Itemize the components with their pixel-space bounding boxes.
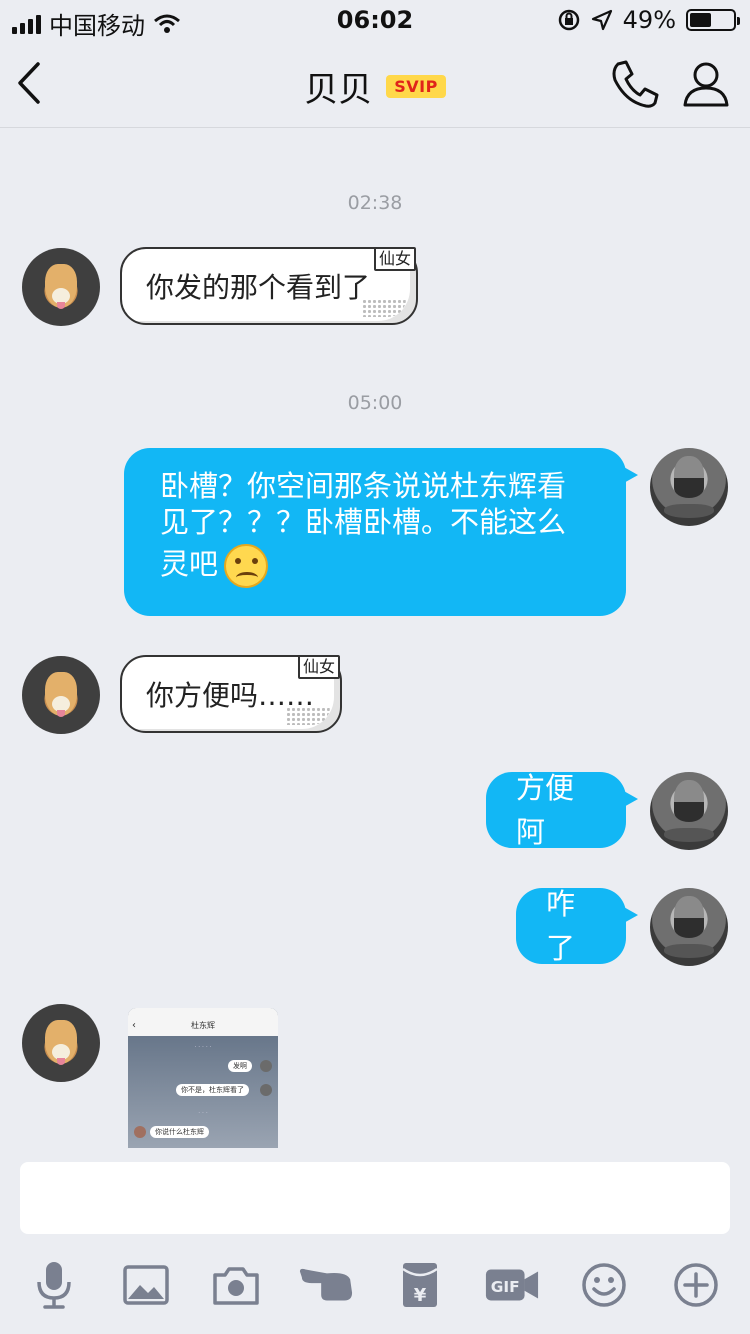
battery-percent: 49%: [622, 6, 676, 34]
incoming-message-bubble[interactable]: 你发的那个看到了 仙女: [120, 247, 418, 325]
message-text: 咋了: [546, 887, 576, 965]
contact-avatar[interactable]: [22, 656, 100, 734]
emoji-icon[interactable]: [576, 1260, 632, 1310]
location-icon: [591, 9, 612, 31]
camera-icon[interactable]: [208, 1260, 264, 1310]
outgoing-message-bubble[interactable]: 方便阿: [486, 771, 638, 849]
message-timestamp: 02:38: [347, 192, 403, 214]
red-packet-icon[interactable]: ¥: [392, 1260, 448, 1310]
rotation-lock-icon: [558, 9, 579, 31]
thumbnail-message: 你不是，杜东辉看了: [176, 1084, 249, 1096]
contact-name: 贝贝: [304, 70, 373, 110]
thumbnail-message: 发啊: [228, 1060, 252, 1072]
incoming-message-bubble[interactable]: 你方便吗…… 仙女: [120, 655, 342, 733]
thumbnail-message: 你说什么杜东辉: [150, 1126, 209, 1138]
profile-icon[interactable]: [680, 58, 732, 110]
outgoing-message-bubble[interactable]: 卧槽？你空间那条说说杜东辉看 见了？？？卧槽卧槽。不能这么 灵吧: [124, 448, 638, 616]
mic-icon[interactable]: [26, 1260, 82, 1310]
contact-avatar[interactable]: [22, 1004, 100, 1082]
chat-toolbar: ¥ GIF: [0, 1250, 750, 1320]
my-avatar[interactable]: [650, 448, 728, 526]
svip-badge: SVIP: [386, 75, 446, 98]
contact-avatar[interactable]: [22, 248, 100, 326]
battery-icon: [686, 9, 740, 31]
message-timestamp: 05:00: [347, 392, 403, 414]
message-line: 灵吧: [160, 547, 219, 581]
bubble-tag: 仙女: [373, 247, 416, 271]
gif-icon[interactable]: GIF: [484, 1260, 540, 1310]
phone-icon[interactable]: [606, 58, 662, 110]
message-text: 方便阿: [516, 771, 575, 849]
my-avatar[interactable]: [650, 888, 728, 966]
poke-icon[interactable]: [298, 1260, 354, 1310]
image-icon[interactable]: [118, 1260, 174, 1310]
my-avatar[interactable]: [650, 772, 728, 850]
svg-text:GIF: GIF: [491, 1278, 520, 1296]
message-line: 见了？？？卧槽卧槽。不能这么: [160, 505, 567, 539]
bubble-tag: 仙女: [297, 655, 340, 679]
message-line: 卧槽？你空间那条说说杜东辉看: [160, 469, 567, 503]
status-bar: 中国移动 06:02 49%: [0, 0, 750, 40]
awkward-emoji-icon: [224, 544, 269, 588]
svg-text:¥: ¥: [414, 1285, 427, 1306]
thumbnail-title: 杜东辉: [191, 1021, 215, 1030]
image-message-thumbnail[interactable]: ‹ 杜东辉 · · · · · 发啊 你不是，杜东辉看了 · · · 你说什么杜…: [128, 1008, 278, 1148]
chat-header: 贝贝 SVIP: [0, 40, 750, 128]
plus-icon[interactable]: [668, 1260, 724, 1310]
outgoing-message-bubble[interactable]: 咋了: [516, 887, 638, 965]
message-input[interactable]: [20, 1162, 730, 1234]
message-text: 你发的那个看到了: [146, 271, 371, 304]
